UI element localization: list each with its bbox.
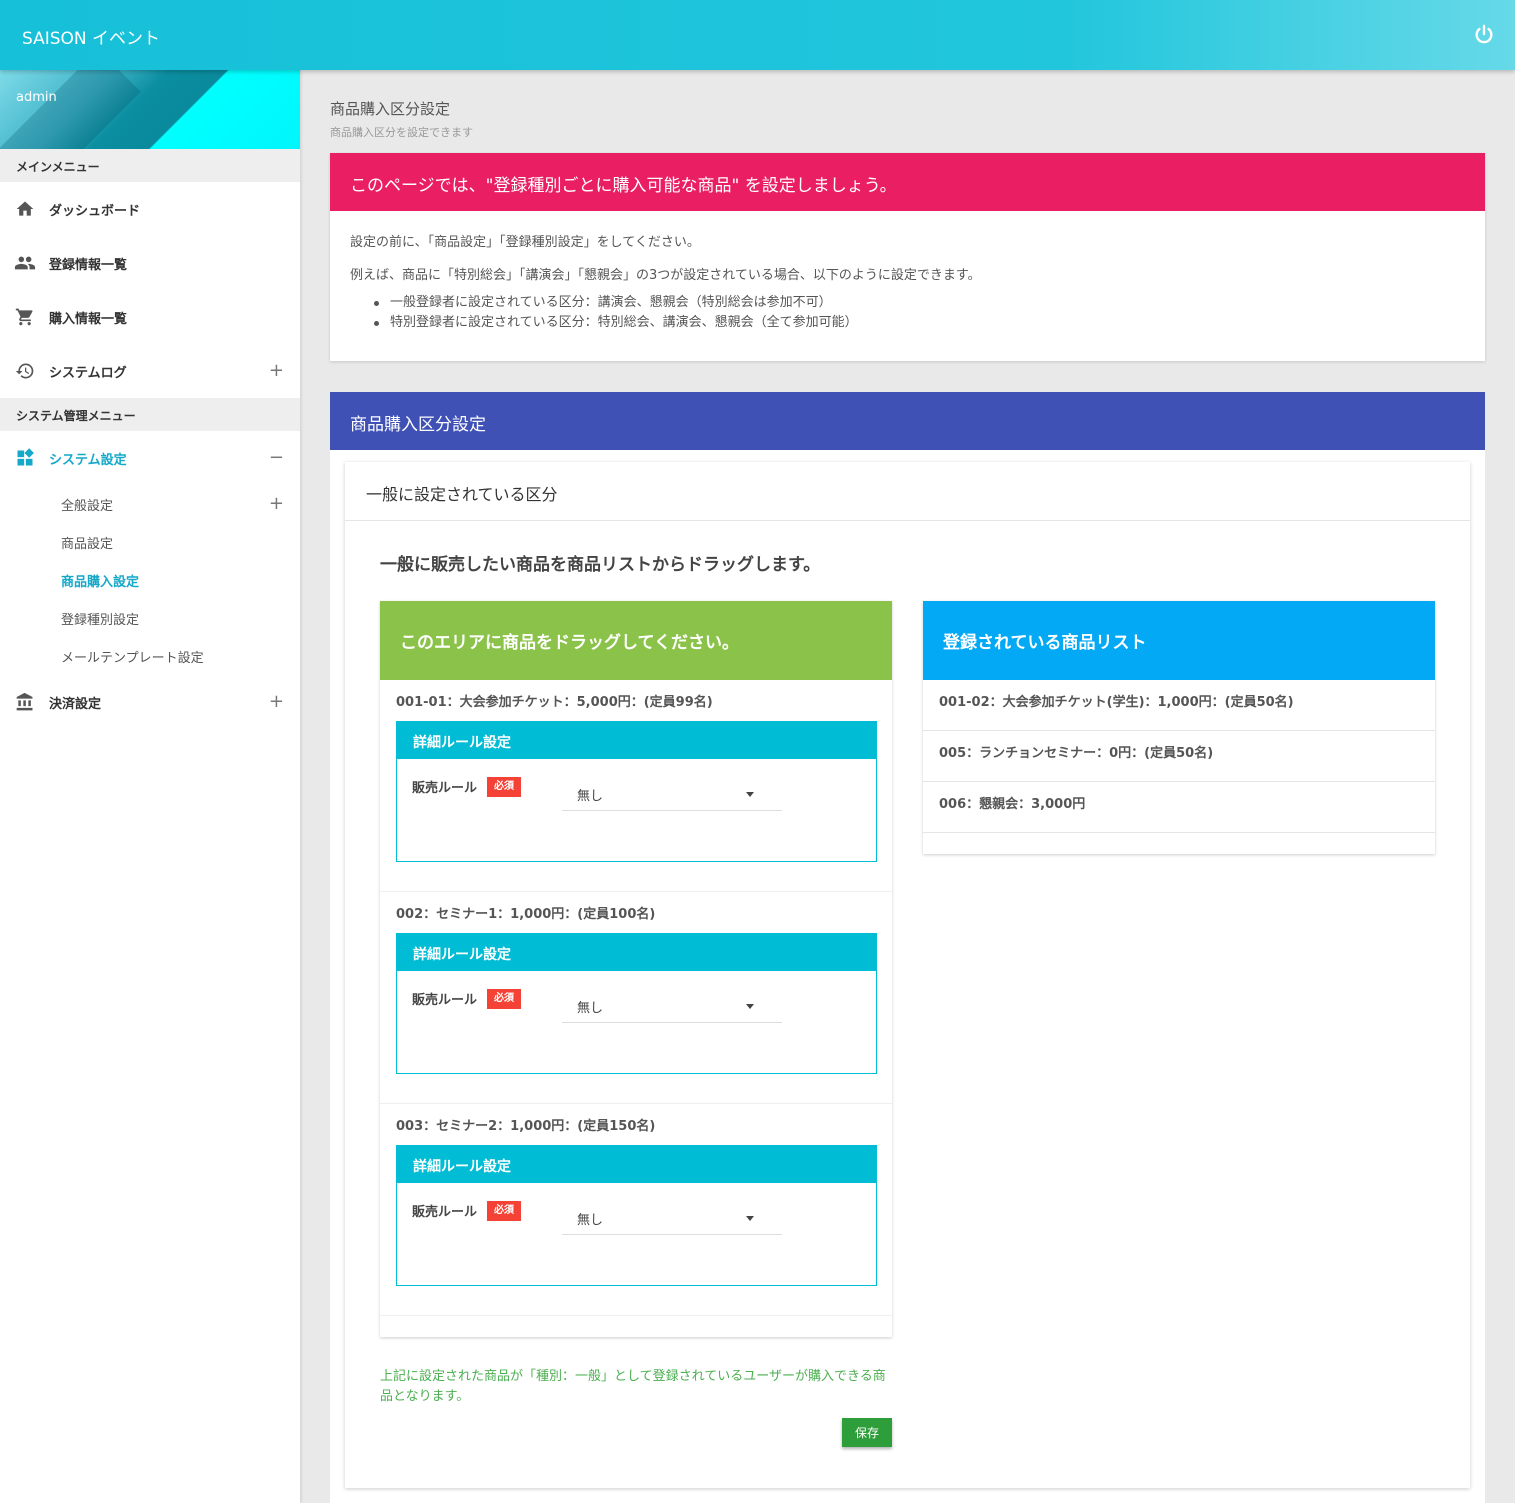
assigned-product[interactable]: 002：セミナー1：1,000円：(定員100名) 詳細ルール設定 販売ルール … <box>380 892 892 1104</box>
sidebar-subitem-label: メールテンプレート設定 <box>61 650 204 666</box>
sidebar-subitem-mail-templates[interactable]: メールテンプレート設定 <box>0 637 300 675</box>
sidebar-subitem-label: 登録種別設定 <box>61 612 140 628</box>
rule-settings-box: 詳細ルール設定 販売ルール 必須 無し <box>396 933 877 1074</box>
info-card-body: 設定の前に、「商品設定」「登録種別設定」をしてください。 例えば、商品に「特別総… <box>330 211 1485 353</box>
info-card-heading: このページでは、"登録種別ごとに購入可能な商品" を設定しましょう。 <box>330 153 1485 211</box>
sidebar-subitem-products[interactable]: 商品設定 <box>0 523 300 561</box>
main-menu-header: メインメニュー <box>0 149 300 182</box>
sidebar-item-system-log[interactable]: システムログ + <box>0 344 300 398</box>
product-list: 登録されている商品リスト 001-02：大会参加チケット(学生)：1,000円：… <box>923 601 1435 854</box>
drag-instruction: 一般に販売したい商品を商品リストからドラッグします。 <box>380 555 821 575</box>
caret-down-icon <box>746 792 754 797</box>
product-title: 001-01：大会参加チケット：5,000円：(定員99名) <box>396 695 713 710</box>
purchase-note: 上記に設定された商品が「種別：一般」として登録されているユーザーが購入できる商品… <box>380 1369 886 1404</box>
product-title: 002：セミナー1：1,000円：(定員100名) <box>396 907 656 922</box>
rule-settings-box: 詳細ルール設定 販売ルール 必須 無し <box>396 1145 877 1286</box>
sidebar-subitem-general[interactable]: 全般設定 + <box>0 485 300 523</box>
caret-down-icon <box>746 1004 754 1009</box>
sales-rule-select[interactable]: 無し <box>562 991 782 1023</box>
sales-rule-label: 販売ルール <box>412 1205 478 1220</box>
bank-icon <box>14 691 36 713</box>
expand-icon[interactable]: + <box>269 493 284 514</box>
user-name[interactable]: admin <box>16 90 57 105</box>
sidebar-item-registrations[interactable]: 登録情報一覧 <box>0 236 300 290</box>
rule-settings-heading: 詳細ルール設定 <box>397 1146 876 1183</box>
page-subtitle: 商品購入区分を設定できます <box>330 126 473 139</box>
product-list-item[interactable]: 005：ランチョンセミナー：0円：(定員50名) <box>923 731 1435 782</box>
drop-area-heading: このエリアに商品をドラッグしてください。 <box>380 601 892 680</box>
sidebar-item-payment[interactable]: 決済設定 + <box>0 675 300 729</box>
save-button[interactable]: 保存 <box>842 1418 892 1447</box>
product-list-item[interactable]: 006：懇親会：3,000円 <box>923 782 1435 833</box>
rule-settings-box: 詳細ルール設定 販売ルール 必須 無し <box>396 721 877 862</box>
app-brand[interactable]: SAISON イベント <box>22 24 160 49</box>
system-menu-header: システム管理メニュー <box>0 398 300 431</box>
history-icon <box>14 360 36 382</box>
sales-rule-label: 販売ルール <box>412 993 478 1008</box>
product-title: 003：セミナー2：1,000円：(定員150名) <box>396 1119 656 1134</box>
dashboard-icon <box>14 447 36 469</box>
sidebar-subitem-label: 商品設定 <box>61 536 114 552</box>
info-text: 例えば、商品に「特別総会」「講演会」「懇親会」の3つが設定されている場合、以下の… <box>350 268 981 283</box>
sidebar-subitem-label: 全般設定 <box>61 498 114 514</box>
sidebar-subitem-product-purchase[interactable]: 商品購入設定 <box>0 561 300 599</box>
required-badge: 必須 <box>487 989 521 1009</box>
settings-card-heading: 商品購入区分設定 <box>330 392 1485 450</box>
select-value: 無し <box>577 1213 604 1228</box>
assigned-product[interactable]: 001-01：大会参加チケット：5,000円：(定員99名) 詳細ルール設定 販… <box>380 680 892 892</box>
rule-settings-heading: 詳細ルール設定 <box>397 722 876 759</box>
select-value: 無し <box>577 1001 604 1016</box>
page-title: 商品購入区分設定 <box>330 100 451 118</box>
sidebar-item-label: 決済設定 <box>49 696 102 712</box>
sales-rule-label: 販売ルール <box>412 781 478 796</box>
sidebar-item-label: ダッシュボード <box>49 203 141 219</box>
sidebar-item-purchases[interactable]: 購入情報一覧 <box>0 290 300 344</box>
user-banner: admin <box>0 70 300 149</box>
rule-settings-heading: 詳細ルール設定 <box>397 934 876 971</box>
drop-area[interactable]: このエリアに商品をドラッグしてください。 001-01：大会参加チケット：5,0… <box>380 601 892 1337</box>
sales-rule-select[interactable]: 無し <box>562 779 782 811</box>
assigned-product[interactable]: 003：セミナー2：1,000円：(定員150名) 詳細ルール設定 販売ルール … <box>380 1104 892 1316</box>
settings-card: 商品購入区分設定 一般に設定されている区分 一般に販売したい商品を商品リストから… <box>330 392 1485 1503</box>
people-icon <box>14 252 36 274</box>
category-panel: 一般に設定されている区分 一般に販売したい商品を商品リストからドラッグします。 … <box>345 462 1470 1488</box>
info-list-item: 一般登録者に設定されている区分：講演会、懇親会（特別総会は参加不可） <box>374 293 1465 313</box>
cart-icon <box>14 306 36 328</box>
sidebar-item-label: 購入情報一覧 <box>49 311 128 327</box>
home-icon <box>14 198 36 220</box>
sidebar: admin メインメニュー ダッシュボード 登録情報一覧 購入情報一覧 システム… <box>0 70 300 1503</box>
expand-icon[interactable]: + <box>269 360 284 381</box>
sidebar-subitem-label: 商品購入設定 <box>61 574 140 590</box>
sales-rule-select[interactable]: 無し <box>562 1203 782 1235</box>
info-text: 設定の前に、「商品設定」「登録種別設定」をしてください。 <box>350 235 700 250</box>
info-card: このページでは、"登録種別ごとに購入可能な商品" を設定しましょう。 設定の前に… <box>330 153 1485 361</box>
category-title: 一般に設定されている区分 <box>345 462 1470 521</box>
select-value: 無し <box>577 789 604 804</box>
sidebar-item-dashboard[interactable]: ダッシュボード <box>0 182 300 236</box>
expand-icon[interactable]: + <box>269 691 284 712</box>
required-badge: 必須 <box>487 777 521 797</box>
sidebar-item-system-settings[interactable]: システム設定 − <box>0 431 300 485</box>
power-icon[interactable] <box>1473 24 1495 46</box>
info-list-item: 特別登録者に設定されている区分：特別総会、講演会、懇親会（全て参加可能） <box>374 313 1465 333</box>
sidebar-item-label: システム設定 <box>49 452 127 468</box>
info-list: 一般登録者に設定されている区分：講演会、懇親会（特別総会は参加不可） 特別登録者… <box>350 293 1465 333</box>
product-list-heading: 登録されている商品リスト <box>923 601 1435 680</box>
collapse-icon[interactable]: − <box>269 447 284 468</box>
caret-down-icon <box>746 1216 754 1221</box>
top-bar: SAISON イベント <box>0 0 1515 70</box>
sidebar-item-label: 登録情報一覧 <box>49 257 128 273</box>
product-list-item[interactable]: 001-02：大会参加チケット(学生)：1,000円：(定員50名) <box>923 680 1435 731</box>
sidebar-item-label: システムログ <box>49 365 127 381</box>
sidebar-subitem-registration-types[interactable]: 登録種別設定 <box>0 599 300 637</box>
required-badge: 必須 <box>487 1201 521 1221</box>
